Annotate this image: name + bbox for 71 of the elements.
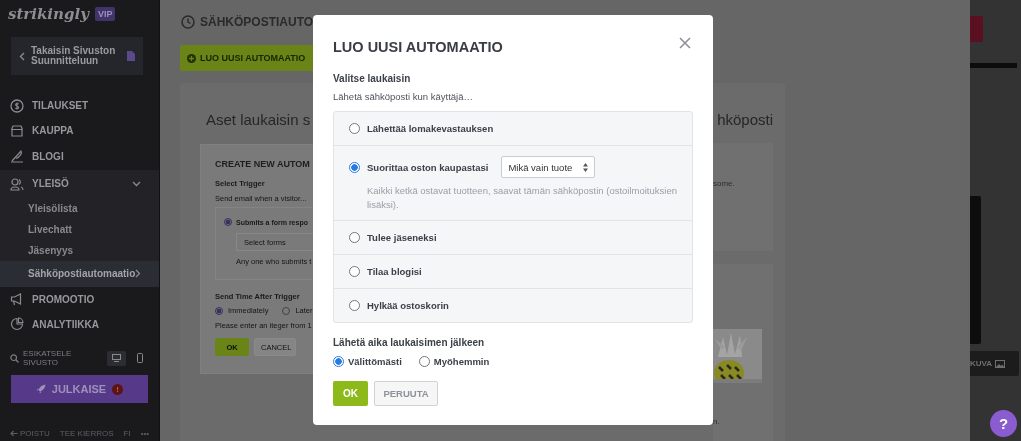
monitor-icon bbox=[112, 354, 121, 362]
nav-item[interactable]: PROMOOTIO bbox=[0, 286, 159, 312]
radio-button[interactable] bbox=[349, 300, 360, 311]
footer-link[interactable]: FI bbox=[123, 428, 131, 438]
preview-heading: hköposti bbox=[717, 111, 774, 130]
document-icon bbox=[127, 51, 135, 61]
radio-button[interactable] bbox=[349, 123, 360, 134]
radio-button[interactable] bbox=[349, 266, 360, 277]
nav-item[interactable]: KAUPPA bbox=[0, 118, 159, 144]
nav-subitem[interactable]: Sähköpostiautomaatio bbox=[0, 260, 159, 287]
publish-button[interactable]: JULKAISE ! bbox=[11, 375, 148, 403]
product-select[interactable]: Mikä vain tuote bbox=[501, 156, 596, 178]
search-icon bbox=[10, 353, 19, 363]
pie-chart-icon bbox=[10, 317, 24, 332]
dialog-title: LUO UUSI AUTOMAATIO bbox=[333, 39, 503, 55]
trigger-label[interactable]: Lähettää lomakevastauksen bbox=[367, 123, 494, 134]
trigger-label[interactable]: Tulee jäseneksi bbox=[367, 232, 437, 243]
nav-item[interactable]: ANALYTIIKKA bbox=[0, 311, 159, 337]
nav-item[interactable]: BLOGI bbox=[0, 143, 159, 169]
trigger-description: Kaikki ketkä ostavat tuotteen, saavat tämän sähköpostin (ostoilmoituksien lisäksi). bbox=[367, 184, 677, 212]
vip-badge: VIP bbox=[94, 7, 116, 21]
chevron-right-icon bbox=[135, 269, 142, 279]
new-automation-button[interactable]: LUO UUSI AUTOMAATIO bbox=[180, 45, 313, 71]
image-icon bbox=[995, 359, 1006, 368]
section-title: Lähetä aika laukaisimen jälkeen bbox=[333, 337, 486, 348]
option-label[interactable]: Myöhemmin bbox=[433, 356, 490, 367]
clock-icon bbox=[181, 15, 195, 29]
trigger-label[interactable]: Suorittaa oston kaupastasi bbox=[367, 161, 489, 173]
rocket-icon bbox=[35, 384, 46, 394]
close-button[interactable] bbox=[679, 37, 691, 49]
footer-link[interactable]: TEE KIERROS bbox=[59, 428, 114, 438]
shop-icon bbox=[10, 123, 24, 138]
nav-item[interactable]: TILAUKSET bbox=[0, 93, 159, 119]
radio-button[interactable] bbox=[418, 356, 430, 367]
dark-bar bbox=[970, 63, 1017, 68]
preview-link[interactable]: ESIKATSELE SIVUSTO bbox=[23, 349, 103, 367]
nav-subitem[interactable]: Yleisölista bbox=[0, 197, 159, 219]
nav-subitem[interactable]: Jäsenyys bbox=[0, 239, 159, 261]
section-title: Valitse laukaisin bbox=[333, 73, 412, 84]
people-icon bbox=[10, 176, 24, 191]
back-link[interactable]: Takaisin Sivuston Suunnitteluun bbox=[11, 37, 143, 75]
nav-subitem[interactable]: Livechatt bbox=[0, 218, 159, 240]
step-heading: Aset laukaisin s bbox=[205, 111, 312, 130]
radio-button[interactable] bbox=[215, 306, 223, 315]
feather-icon bbox=[10, 149, 24, 163]
close-icon bbox=[679, 37, 691, 49]
megaphone-icon bbox=[10, 292, 24, 307]
plus-circle-icon bbox=[187, 53, 196, 63]
chevron-left-icon bbox=[19, 51, 25, 61]
radio-button[interactable] bbox=[333, 356, 344, 367]
image-button[interactable]: KUVA bbox=[970, 351, 1019, 376]
cancel-button[interactable]: PERUUTA bbox=[374, 381, 438, 406]
exit-link[interactable]: POISTU bbox=[10, 428, 50, 438]
logo: strikingly bbox=[8, 5, 89, 23]
desktop-view-button[interactable] bbox=[107, 350, 126, 366]
alert-badge: ! bbox=[112, 383, 124, 395]
phone-icon bbox=[136, 353, 143, 363]
trigger-label[interactable]: Hylkää ostoskorin bbox=[367, 300, 449, 311]
radio-button[interactable] bbox=[349, 232, 360, 243]
dollar-icon bbox=[10, 98, 24, 113]
arrow-left-icon bbox=[10, 429, 18, 437]
page-title: SÄHKÖPOSTIAUTO bbox=[200, 15, 313, 29]
option-label[interactable]: Välittömästi bbox=[348, 356, 402, 367]
radio-button[interactable] bbox=[349, 161, 360, 173]
sort-arrows-icon bbox=[583, 162, 589, 172]
card-title: CREATE NEW AUTOM bbox=[215, 159, 311, 169]
radio-button[interactable] bbox=[224, 218, 232, 226]
footer-link[interactable]: ••• bbox=[140, 428, 150, 438]
trigger-label[interactable]: Tilaa blogisi bbox=[367, 266, 422, 277]
section-prompt: Lähetä sähköposti kun käyttäjä… bbox=[333, 91, 474, 102]
nav-item[interactable]: YLEISÖ bbox=[0, 169, 159, 198]
